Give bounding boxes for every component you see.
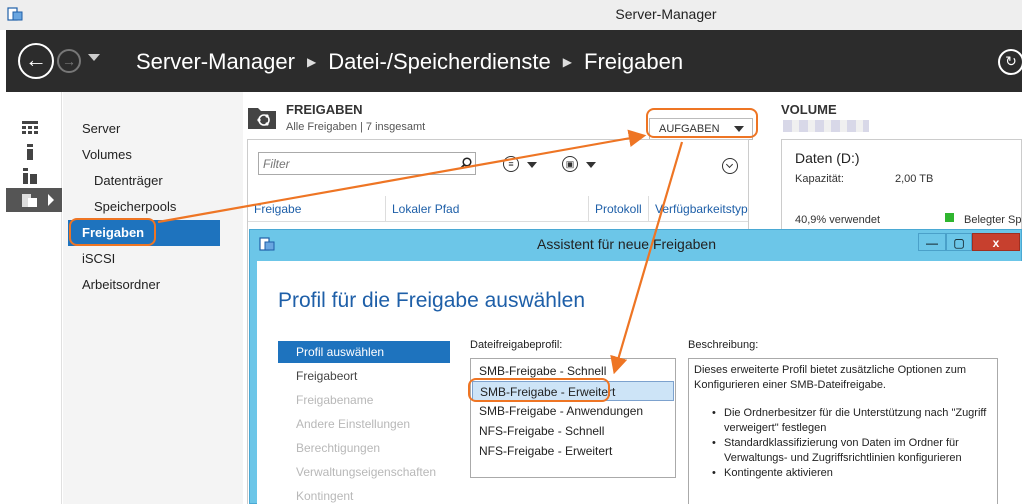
profile-smb-applications[interactable]: SMB-Freigabe - Anwendungen bbox=[472, 401, 674, 421]
nav-item-iscsi[interactable]: iSCSI bbox=[68, 246, 220, 272]
list-view-icon[interactable]: ≡ bbox=[503, 156, 519, 172]
breadcrumb-separator-icon: ▶ bbox=[562, 55, 572, 69]
wizard-heading: Profil für die Freigabe auswählen bbox=[278, 289, 586, 312]
filter-input[interactable] bbox=[258, 152, 476, 175]
used-percentage: 40,9% verwendet bbox=[795, 214, 880, 226]
nav-item-work-folders[interactable]: Arbeitsordner bbox=[68, 272, 220, 298]
profile-nfs-advanced[interactable]: NFS-Freigabe - Erweitert bbox=[472, 441, 674, 461]
breadcrumb-server-manager[interactable]: Server-Manager bbox=[136, 49, 295, 75]
header-bar: ← → Server-Manager ▶ Datei-/Speicherdien… bbox=[6, 30, 1022, 92]
annotation-highlight-tasks bbox=[646, 108, 758, 138]
column-header-share[interactable]: Freigabe bbox=[248, 196, 385, 222]
refresh-icon: ↻ bbox=[1005, 53, 1017, 69]
icon-rail bbox=[6, 92, 62, 504]
window-titlebar: Server-Manager bbox=[0, 0, 1022, 30]
refresh-button[interactable]: ↻ bbox=[998, 49, 1022, 75]
volume-title: VOLUME bbox=[781, 102, 837, 117]
shares-subtitle: Alle Freigaben | 7 insgesamt bbox=[286, 121, 426, 133]
close-icon: x bbox=[992, 236, 1000, 250]
maximize-button[interactable]: ▢ bbox=[946, 233, 972, 251]
save-icon[interactable]: ▣ bbox=[562, 156, 578, 172]
back-button[interactable]: ← bbox=[18, 43, 54, 79]
nav-panel: Server Volumes Datenträger Speicherpools… bbox=[63, 92, 243, 504]
wizard-body: Profil für die Freigabe auswählen Profil… bbox=[257, 261, 1022, 504]
profile-nfs-quick[interactable]: NFS-Freigabe - Schnell bbox=[472, 421, 674, 441]
nav-item-disks[interactable]: Datenträger bbox=[68, 168, 220, 194]
column-header-availability[interactable]: Verfügbarkeitstyp bbox=[648, 196, 748, 222]
capacity-value: 2,00 TB bbox=[895, 173, 934, 185]
local-server-icon bbox=[27, 144, 33, 160]
rail-file-storage[interactable] bbox=[6, 188, 62, 212]
column-header-local-path[interactable]: Lokaler Pfad bbox=[385, 196, 588, 222]
profile-list[interactable]: SMB-Freigabe - Schnell SMB-Freigabe - Er… bbox=[470, 358, 676, 478]
close-button[interactable]: x bbox=[972, 233, 1020, 251]
step-share-location[interactable]: Freigabeort bbox=[278, 365, 450, 387]
breadcrumb-file-storage[interactable]: Datei-/Speicherdienste bbox=[328, 49, 551, 75]
minimize-button[interactable]: — bbox=[918, 233, 946, 251]
arrow-right-icon: → bbox=[62, 53, 76, 69]
list-view-dropdown-icon[interactable] bbox=[527, 162, 537, 168]
column-header-protocol[interactable]: Protokoll bbox=[588, 196, 648, 222]
rail-local-server[interactable] bbox=[6, 140, 62, 164]
nav-item-storage-pools[interactable]: Speicherpools bbox=[68, 194, 220, 220]
step-select-profile[interactable]: Profil auswählen bbox=[278, 341, 450, 363]
breadcrumb-separator-icon: ▶ bbox=[306, 55, 317, 69]
rail-dashboard[interactable] bbox=[6, 116, 62, 140]
minimize-icon: — bbox=[926, 236, 938, 250]
breadcrumb-shares[interactable]: Freigaben bbox=[584, 49, 683, 75]
forward-button[interactable]: → bbox=[57, 49, 81, 73]
volume-name: Daten (D:) bbox=[795, 150, 860, 166]
nav-item-volumes[interactable]: Volumes bbox=[68, 142, 220, 168]
nav-item-server[interactable]: Server bbox=[68, 116, 220, 142]
used-space-legend-swatch bbox=[945, 213, 954, 222]
volume-name-redacted bbox=[783, 120, 869, 132]
shares-folder-icon bbox=[248, 108, 276, 129]
description-bullet: Standardklassifizierung von Daten im Ord… bbox=[712, 436, 992, 466]
new-share-wizard: Assistent für neue Freigaben — ▢ x Profi… bbox=[249, 229, 1022, 504]
annotation-highlight-shares bbox=[69, 218, 156, 246]
table-header: Freigabe Lokaler Pfad Protokoll Verfügba… bbox=[248, 196, 748, 222]
history-dropdown-icon[interactable] bbox=[88, 54, 100, 61]
maximize-icon: ▢ bbox=[953, 236, 965, 250]
expand-panel-icon[interactable] bbox=[722, 158, 738, 174]
breadcrumb: Server-Manager ▶ Datei-/Speicherdienste … bbox=[136, 49, 683, 75]
step-quota: Kontingent bbox=[296, 489, 354, 503]
dashboard-icon bbox=[22, 121, 38, 134]
server-manager-window: Server-Manager ← → Server-Manager ▶ Date… bbox=[0, 0, 1022, 504]
description-bullets: Die Ordnerbesitzer für die Unterstützung… bbox=[694, 406, 992, 481]
description-bullet: Kontingente aktivieren bbox=[712, 466, 992, 481]
shares-title: FREIGABEN bbox=[286, 102, 363, 117]
used-space-legend: Belegter Sp bbox=[964, 214, 1022, 226]
step-permissions: Berechtigungen bbox=[296, 441, 381, 455]
step-management-properties: Verwaltungseigenschaften bbox=[296, 465, 437, 479]
annotation-highlight-profile bbox=[468, 378, 610, 402]
description-intro: Dieses erweiterte Profil bietet zusätzli… bbox=[694, 364, 967, 391]
expand-arrow-icon bbox=[48, 194, 54, 206]
arrow-left-icon: ← bbox=[25, 47, 47, 72]
step-share-name: Freigabename bbox=[296, 393, 374, 407]
description-label: Beschreibung: bbox=[688, 339, 759, 351]
save-dropdown-icon[interactable] bbox=[586, 162, 596, 168]
all-servers-icon bbox=[23, 168, 37, 184]
wizard-title: Assistent für neue Freigaben bbox=[537, 236, 716, 252]
description-bullet: Die Ordnerbesitzer für die Unterstützung… bbox=[712, 406, 992, 436]
file-storage-icon bbox=[22, 194, 37, 207]
window-title: Server-Manager bbox=[615, 6, 717, 22]
capacity-label: Kapazität: bbox=[795, 173, 844, 185]
rail-all-servers[interactable] bbox=[6, 164, 62, 188]
search-icon[interactable] bbox=[460, 157, 472, 169]
step-other-settings: Andere Einstellungen bbox=[296, 417, 411, 431]
profile-list-label: Dateifreigabeprofil: bbox=[470, 339, 563, 351]
description-box: Dieses erweiterte Profil bietet zusätzli… bbox=[688, 358, 998, 504]
